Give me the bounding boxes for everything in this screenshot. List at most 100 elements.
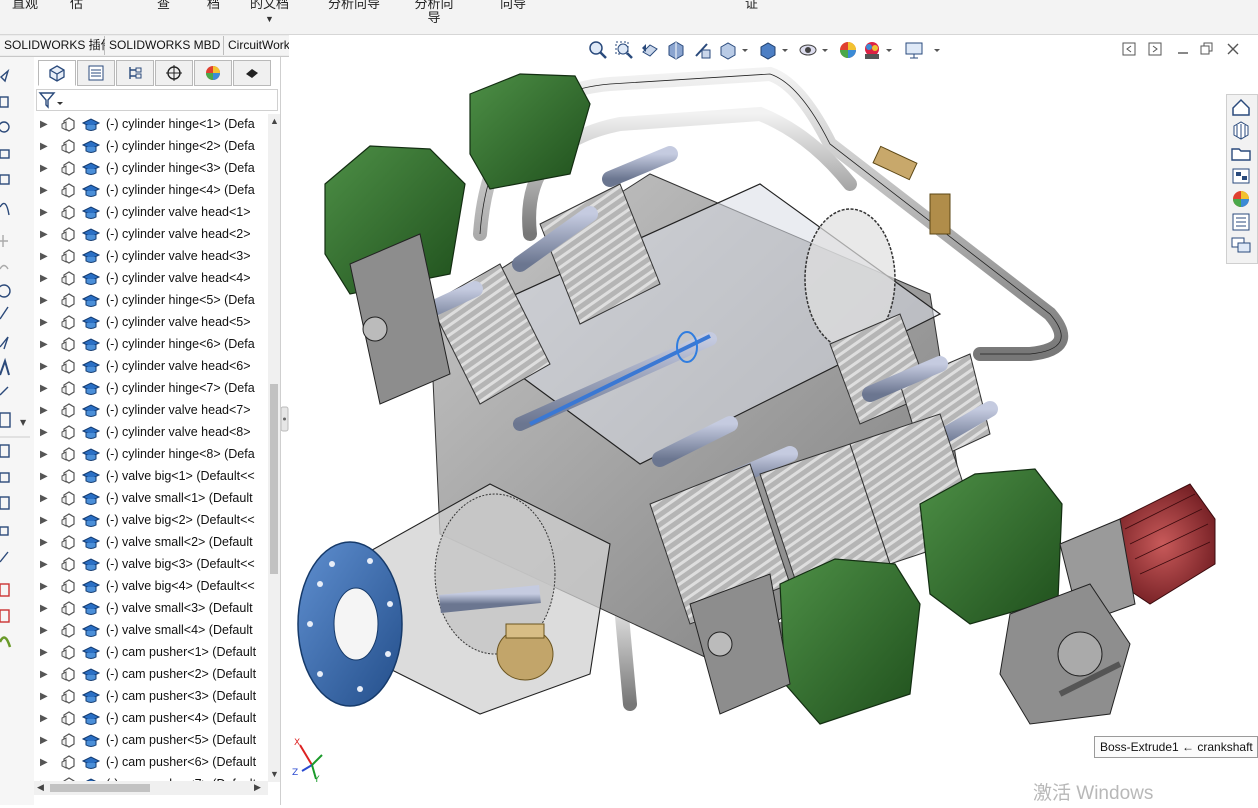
expand-arrow-icon[interactable]: ▶ (40, 735, 48, 746)
tree-item[interactable]: ▶ (-) valve small<3> (Default (34, 598, 268, 620)
vertical-scrollbar[interactable]: ▲ ▼ (268, 114, 280, 782)
display-style-icon[interactable] (758, 40, 794, 60)
chevron-down-icon[interactable]: ▼ (265, 14, 274, 24)
view-settings-icon[interactable] (904, 40, 948, 60)
expand-arrow-icon[interactable]: ▶ (40, 647, 48, 658)
zoom-to-fit-icon[interactable] (588, 40, 608, 60)
tree-item[interactable]: ▶ (-) cam pusher<2> (Default (34, 664, 268, 686)
ribbon-label[interactable]: 档 (207, 0, 220, 11)
ribbon-label[interactable]: 的文档 (250, 0, 289, 11)
tree-item[interactable]: ▶ (-) valve small<2> (Default (34, 532, 268, 554)
property-manager-icon[interactable] (77, 60, 115, 86)
expand-arrow-icon[interactable]: ▶ (40, 339, 48, 350)
feature-manager-icon[interactable] (38, 60, 76, 86)
expand-arrow-icon[interactable]: ▶ (40, 163, 48, 174)
tree-item[interactable]: ▶ (-) valve small<4> (Default (34, 620, 268, 642)
tree-item[interactable]: ▶ (-) cylinder hinge<1> (Defa (34, 114, 268, 136)
expand-arrow-icon[interactable]: ▶ (40, 559, 48, 570)
collapse-left-icon[interactable] (1122, 42, 1136, 56)
ribbon-label[interactable]: 直观 (12, 0, 38, 11)
expand-arrow-icon[interactable]: ▶ (40, 493, 48, 504)
custom-properties-icon[interactable] (1230, 212, 1252, 232)
ribbon-label[interactable]: 向导 (500, 0, 526, 11)
minimize-icon[interactable] (1176, 42, 1190, 56)
expand-arrow-icon[interactable]: ▶ (40, 449, 48, 460)
expand-arrow-icon[interactable]: ▶ (40, 537, 48, 548)
expand-arrow-icon[interactable]: ▶ (40, 471, 48, 482)
view-orientation-icon[interactable] (718, 40, 754, 60)
expand-arrow-icon[interactable]: ▶ (40, 251, 48, 262)
filter-bar[interactable] (36, 89, 278, 111)
tree-item[interactable]: ▶ (-) cylinder hinge<7> (Defa (34, 378, 268, 400)
restore-icon[interactable] (1200, 42, 1214, 56)
apply-scene-icon[interactable] (862, 40, 898, 60)
expand-arrow-icon[interactable]: ▶ (40, 625, 48, 636)
scroll-down-arrow-icon[interactable]: ▼ (270, 769, 279, 779)
section-view-icon[interactable] (666, 40, 686, 60)
tree-item[interactable]: ▶ (-) cylinder valve head<7> (34, 400, 268, 422)
tree-item[interactable]: ▶ (-) cylinder valve head<8> (34, 422, 268, 444)
ribbon-label[interactable]: 查 (157, 0, 170, 11)
ribbon-label[interactable]: 分析向 导 (412, 0, 456, 25)
tree-item[interactable]: ▶ (-) cam pusher<5> (Default (34, 730, 268, 752)
display-manager-icon[interactable] (194, 60, 232, 86)
cam-icon[interactable] (233, 60, 271, 86)
tree-item[interactable]: ▶ (-) cylinder valve head<2> (34, 224, 268, 246)
panel-splitter[interactable] (280, 57, 289, 805)
scroll-up-arrow-icon[interactable]: ▲ (270, 116, 279, 126)
ribbon-label[interactable]: 分析向导 (328, 0, 380, 11)
horizontal-scrollbar[interactable]: ◀ ▶ (34, 781, 268, 795)
tree-item[interactable]: ▶ (-) valve big<3> (Default<< (34, 554, 268, 576)
tab-solidworks-addins[interactable]: SOLIDWORKS 插件 (0, 36, 113, 55)
expand-arrow-icon[interactable]: ▶ (40, 691, 48, 702)
scrollbar-thumb[interactable] (270, 384, 278, 574)
tree-item[interactable]: ▶ (-) cylinder hinge<2> (Defa (34, 136, 268, 158)
tree-item[interactable]: ▶ (-) cylinder valve head<3> (34, 246, 268, 268)
3d-content-icon[interactable] (1230, 120, 1252, 140)
tree-item[interactable]: ▶ (-) cam pusher<4> (Default (34, 708, 268, 730)
expand-arrow-icon[interactable]: ▶ (40, 207, 48, 218)
expand-arrow-icon[interactable]: ▶ (40, 581, 48, 592)
tree-item[interactable]: ▶ (-) cylinder valve head<1> (34, 202, 268, 224)
tree-item[interactable]: ▶ (-) cylinder valve head<4> (34, 268, 268, 290)
expand-arrow-icon[interactable]: ▶ (40, 229, 48, 240)
tree-item[interactable]: ▶ (-) cam pusher<6> (Default (34, 752, 268, 774)
expand-arrow-icon[interactable]: ▶ (40, 427, 48, 438)
expand-arrow-icon[interactable]: ▶ (40, 295, 48, 306)
expand-arrow-icon[interactable]: ▶ (40, 119, 48, 130)
ribbon-label[interactable]: 证 (745, 0, 758, 11)
scrollbar-thumb[interactable] (50, 784, 150, 792)
expand-arrow-icon[interactable]: ▶ (40, 757, 48, 768)
tab-solidworks-mbd[interactable]: SOLIDWORKS MBD (105, 36, 224, 55)
file-explorer-icon[interactable] (1230, 166, 1252, 186)
tree-item[interactable]: ▶ (-) valve big<4> (Default<< (34, 576, 268, 598)
dimxpert-icon[interactable] (155, 60, 193, 86)
zoom-to-area-icon[interactable] (614, 40, 634, 60)
filter-icon[interactable] (37, 90, 65, 110)
expand-arrow-icon[interactable]: ▶ (40, 141, 48, 152)
expand-arrow-icon[interactable]: ▶ (40, 515, 48, 526)
engine-assembly-model[interactable] (290, 64, 1225, 764)
expand-arrow-icon[interactable]: ▶ (40, 713, 48, 724)
tree-item[interactable]: ▶ (-) cylinder hinge<3> (Defa (34, 158, 268, 180)
ribbon-label[interactable]: 估 (70, 0, 83, 11)
forum-icon[interactable] (1230, 235, 1252, 255)
tree-item[interactable]: ▶ (-) cylinder valve head<5> (34, 312, 268, 334)
previous-view-icon[interactable] (640, 40, 660, 60)
tree-item[interactable]: ▶ (-) valve small<1> (Default (34, 488, 268, 510)
tree-item[interactable]: ▶ (-) cylinder valve head<6> (34, 356, 268, 378)
expand-arrow-icon[interactable]: ▶ (40, 405, 48, 416)
expand-arrow-icon[interactable]: ▶ (40, 383, 48, 394)
tree-item[interactable]: ▶ (-) cylinder hinge<5> (Defa (34, 290, 268, 312)
expand-arrow-icon[interactable]: ▶ (40, 603, 48, 614)
hide-show-icon[interactable] (798, 40, 834, 60)
expand-arrow-icon[interactable]: ▶ (40, 669, 48, 680)
tree-item[interactable]: ▶ (-) valve big<2> (Default<< (34, 510, 268, 532)
configuration-manager-icon[interactable] (116, 60, 154, 86)
tree-item[interactable]: ▶ (-) cylinder hinge<6> (Defa (34, 334, 268, 356)
tree-item[interactable]: ▶ (-) cylinder hinge<4> (Defa (34, 180, 268, 202)
tree-item[interactable]: ▶ (-) valve big<1> (Default<< (34, 466, 268, 488)
expand-arrow-icon[interactable]: ▶ (40, 273, 48, 284)
expand-arrow-icon[interactable]: ▶ (40, 317, 48, 328)
tree-item[interactable]: ▶ (-) cylinder hinge<8> (Defa (34, 444, 268, 466)
